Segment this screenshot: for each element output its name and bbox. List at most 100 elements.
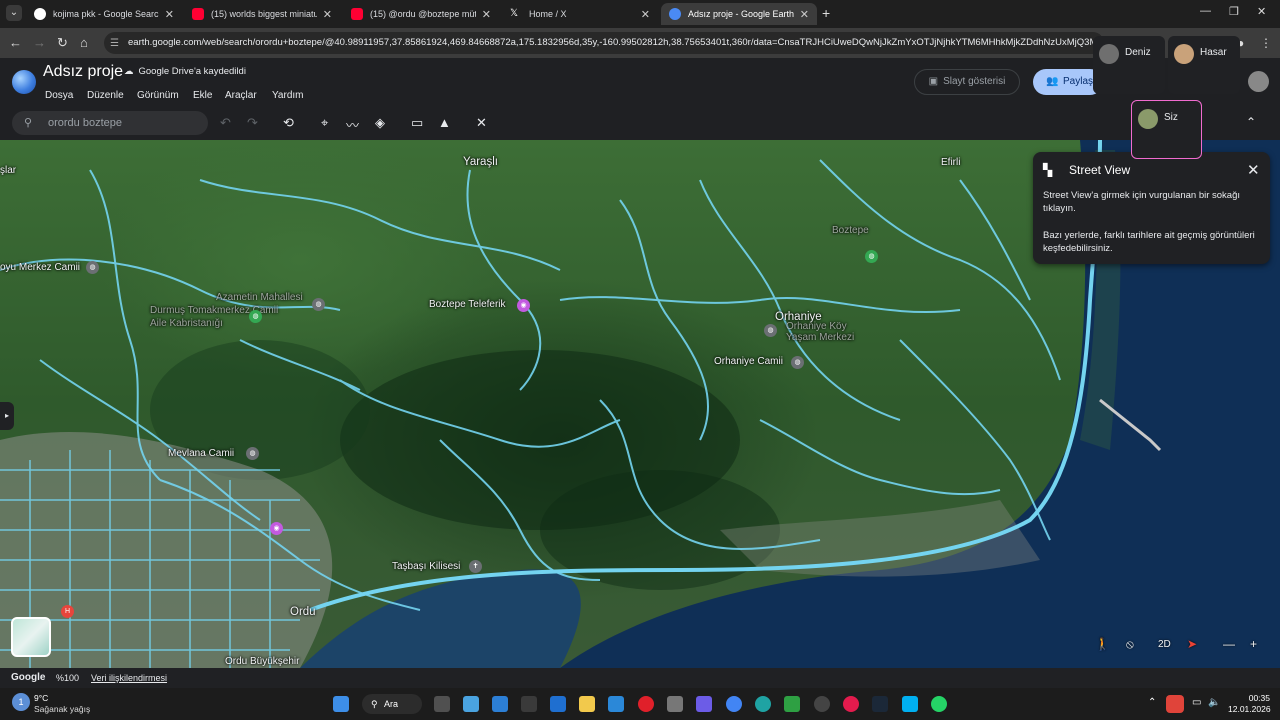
place-icon[interactable]: ◍ <box>764 324 777 337</box>
rotate-lock-icon[interactable]: ⦸ <box>1126 637 1134 652</box>
games-icon[interactable] <box>696 696 712 712</box>
slideshow-button[interactable]: ▣ Slayt gösterisi <box>914 69 1020 95</box>
edge-icon[interactable] <box>755 696 771 712</box>
gondola-icon[interactable]: ◉ <box>517 299 530 312</box>
close-icon[interactable]: ✕ <box>1247 161 1260 179</box>
place-label[interactable]: Yaraşlı <box>463 156 498 168</box>
photos-icon[interactable] <box>492 696 508 712</box>
new-tab-button[interactable]: + <box>822 5 830 21</box>
menu-insert[interactable]: Ekle <box>193 90 212 101</box>
place-label[interactable]: Orhaniye Köy Yaşam Merkezi <box>786 321 866 343</box>
place-label[interactable]: Boztepe <box>832 225 869 236</box>
tab-youtube-2[interactable]: (15) @ordu @boztepe müthiş ✕ <box>343 3 499 25</box>
mosque-icon[interactable]: ◍ <box>246 447 259 460</box>
participant-tile[interactable]: Deniz <box>1093 36 1165 94</box>
hospital-icon[interactable]: H <box>61 605 74 618</box>
place-label[interactable]: Orhaniye Camii <box>714 356 783 367</box>
menu-view[interactable]: Görünüm <box>137 90 179 101</box>
browser-menu-icon[interactable]: ⋮ <box>1260 36 1272 50</box>
draw-path-icon[interactable]: 〰 <box>346 115 359 134</box>
address-bar[interactable]: earth.google.com/web/search/orordu+bozte… <box>104 32 1104 54</box>
data-attribution-link[interactable]: Veri ilişkilendirmesi <box>91 673 167 683</box>
mosque-icon[interactable]: ◍ <box>312 298 325 311</box>
layers-icon[interactable]: ◈ <box>375 115 385 131</box>
chevron-up-icon[interactable]: ⌃ <box>1246 115 1256 129</box>
app-icon[interactable] <box>608 696 624 712</box>
zoom-out-icon[interactable]: — <box>1223 637 1235 651</box>
place-label[interactable]: Taşbaşı Kilisesi <box>392 561 460 572</box>
search-input[interactable]: ⚲ orordu boztepe <box>12 111 208 135</box>
church-icon[interactable]: ✝ <box>469 560 482 573</box>
reload-icon[interactable]: ↻ <box>57 35 68 51</box>
minimize-button[interactable]: — <box>1200 5 1211 17</box>
weather-icon[interactable]: 1 <box>12 693 30 711</box>
task-view-icon[interactable] <box>434 696 450 712</box>
skype-icon[interactable] <box>902 696 918 712</box>
place-label[interactable]: şlar <box>0 165 16 176</box>
mosque-icon[interactable]: ◍ <box>86 261 99 274</box>
system-clock[interactable]: 00:35 12.01.2026 <box>1228 693 1271 715</box>
back-icon[interactable]: ← <box>9 35 22 50</box>
cemetery-icon[interactable]: ◍ <box>249 310 262 323</box>
calculator-icon[interactable] <box>667 696 683 712</box>
undo-icon[interactable]: ↶ <box>220 115 231 131</box>
close-window-button[interactable]: ✕ <box>1257 5 1266 18</box>
compass-icon[interactable]: ➤ <box>1187 637 1197 651</box>
view-2d-button[interactable]: 2D <box>1158 639 1171 650</box>
place-label[interactable]: Efirli <box>941 157 960 168</box>
mosque-icon[interactable]: ◍ <box>791 356 804 369</box>
app-icon[interactable] <box>814 696 830 712</box>
network-icon[interactable]: ▭ <box>1192 697 1201 708</box>
tab-youtube-1[interactable]: (15) worlds biggest miniature t ✕ <box>184 3 340 25</box>
zoom-in-icon[interactable]: + <box>1250 637 1257 651</box>
history-icon[interactable]: ⟲ <box>283 115 294 131</box>
tab-google-search[interactable]: kojima pkk - Google Search ✕ <box>26 3 182 25</box>
menu-edit[interactable]: Düzenle <box>87 90 124 101</box>
whatsapp-icon[interactable] <box>931 696 947 712</box>
menu-file[interactable]: Dosya <box>45 90 73 101</box>
place-label[interactable]: Aile Kabristanığı <box>150 318 223 329</box>
add-placemark-icon[interactable]: ⌖ <box>321 115 328 131</box>
file-explorer-icon[interactable] <box>579 696 595 712</box>
map-style-thumbnail[interactable] <box>11 617 51 657</box>
taskbar-search[interactable]: ⚲ Ara <box>362 694 422 714</box>
volume-icon[interactable]: 🔈 <box>1208 697 1220 708</box>
measure-icon[interactable]: ▭ <box>411 115 423 131</box>
account-avatar[interactable] <box>1248 71 1269 92</box>
place-label[interactable]: oyu Merkez Camii <box>0 262 80 273</box>
media-icon[interactable] <box>843 696 859 712</box>
xbox-icon[interactable] <box>784 696 800 712</box>
maximize-button[interactable]: ❐ <box>1229 5 1239 18</box>
pegman-icon[interactable]: 🚶 <box>1095 637 1110 651</box>
redo-icon[interactable]: ↷ <box>247 115 258 131</box>
close-icon[interactable]: ✕ <box>482 8 491 21</box>
side-panel-toggle[interactable]: ▸ <box>0 402 14 430</box>
menu-tools[interactable]: Araçlar <box>225 90 257 101</box>
place-label[interactable]: Azametin Mahallesi <box>216 292 303 303</box>
close-icon[interactable]: ✕ <box>800 8 809 21</box>
participant-tile[interactable]: Hasar <box>1168 36 1240 94</box>
opera-icon[interactable] <box>638 696 654 712</box>
tab-x[interactable]: 𝕏 Home / X ✕ <box>502 3 658 25</box>
chevron-up-icon[interactable]: ⌃ <box>1148 697 1156 708</box>
home-icon[interactable]: ⌂ <box>80 35 88 50</box>
store-icon[interactable] <box>521 696 537 712</box>
chrome-icon[interactable] <box>726 696 742 712</box>
menu-help[interactable]: Yardım <box>272 90 304 101</box>
participant-tile-self[interactable]: Siz <box>1131 100 1202 159</box>
outlook-icon[interactable] <box>550 696 566 712</box>
project-title[interactable]: Adsız proje <box>43 63 123 81</box>
steam-icon[interactable] <box>872 696 888 712</box>
add-image-icon[interactable]: ▲ <box>438 115 451 130</box>
park-icon[interactable]: ◍ <box>865 250 878 263</box>
google-earth-logo[interactable] <box>12 70 36 94</box>
microphone-icon[interactable] <box>1166 695 1184 713</box>
place-label[interactable]: Boztepe Teleferik <box>429 299 506 310</box>
windows-start-icon[interactable] <box>333 696 349 712</box>
site-info-icon[interactable]: ☰ <box>110 38 119 49</box>
tab-google-earth[interactable]: Adsız proje - Google Earth ✕ <box>661 3 817 25</box>
sparkle-tools-icon[interactable]: ✕ <box>476 115 487 131</box>
place-label[interactable]: Ordu <box>290 606 316 618</box>
paint-icon[interactable] <box>463 696 479 712</box>
close-icon[interactable]: ✕ <box>165 8 174 21</box>
